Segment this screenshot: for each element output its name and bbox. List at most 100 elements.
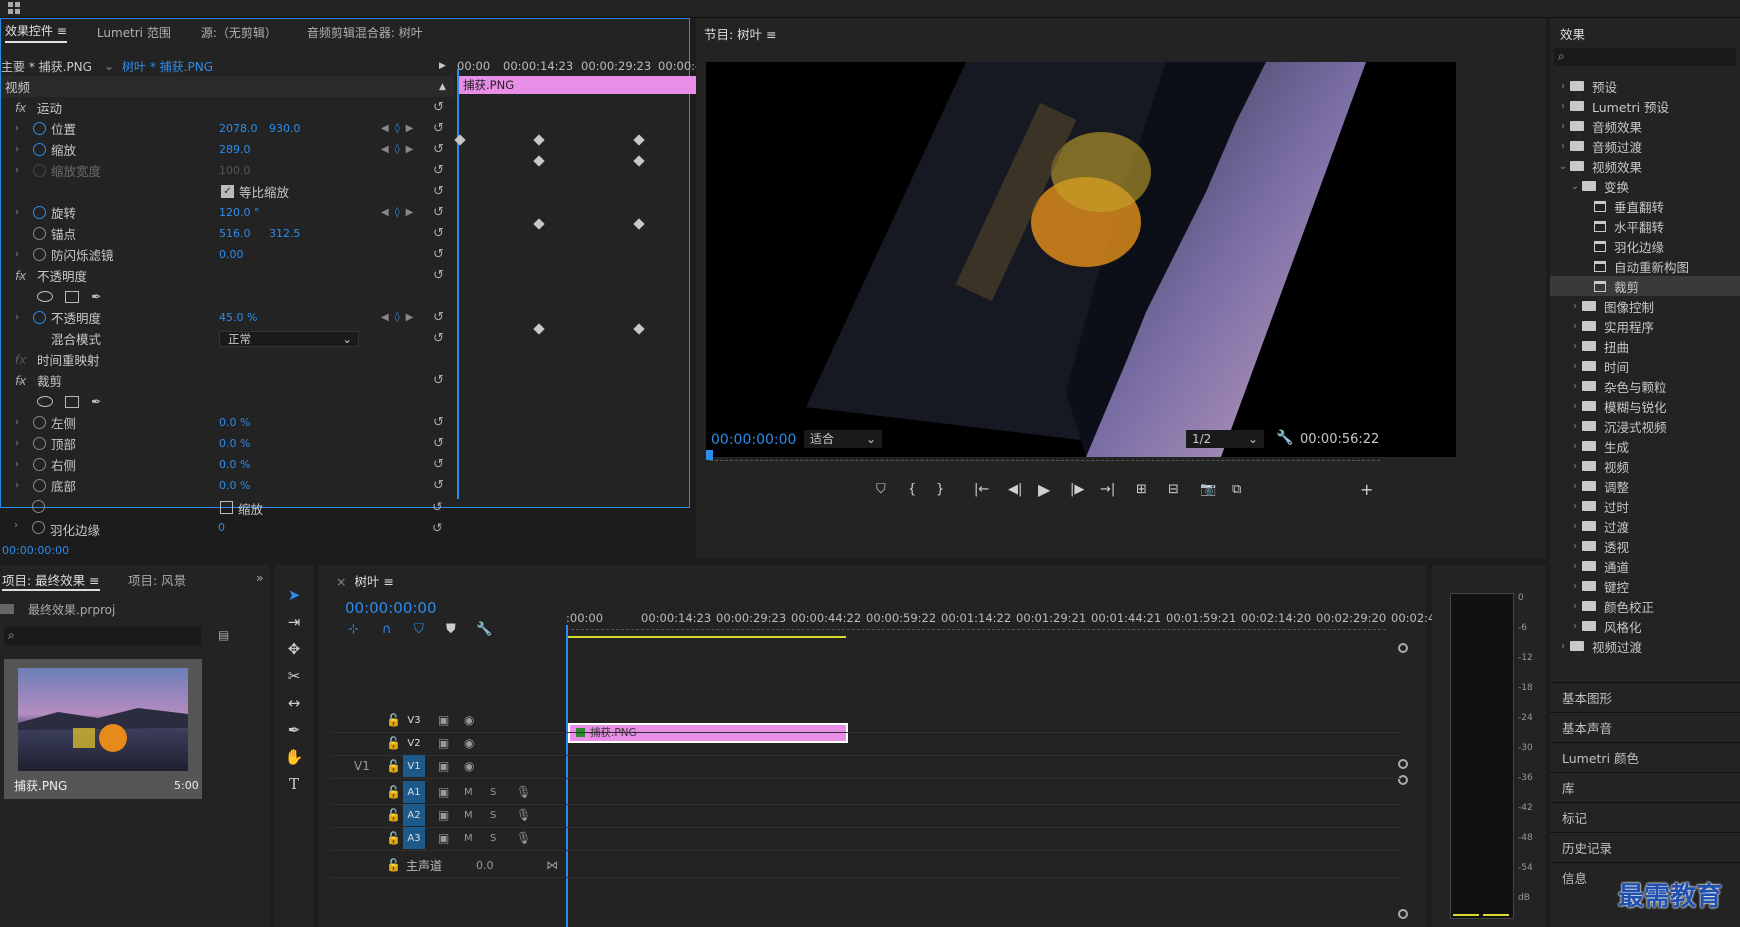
video-track-header[interactable]: V1 🔓 V1 ▣ ◉ (330, 754, 1400, 779)
type-tool-icon[interactable]: T (282, 772, 306, 796)
razor-tool-icon[interactable]: ✂ (282, 664, 306, 688)
scale-row[interactable]: › 缩放 289.0 ◀◊▶ ↺ (1, 139, 454, 160)
go-to-in-icon[interactable]: |← (974, 482, 989, 497)
tab-project-final[interactable]: 项目: 最终效果 ≡ (2, 570, 100, 591)
crop-bottom-row[interactable]: › 底部 0.0 % ↺ (1, 475, 454, 496)
lock-icon[interactable]: 🔓 (386, 713, 401, 727)
sync-lock-icon[interactable]: ▣ (438, 808, 449, 822)
effects-item[interactable]: › 颜色校正 (1550, 596, 1740, 616)
opacity-row[interactable]: › 不透明度 45.0 % ◀◊▶ ↺ (1, 307, 454, 328)
effects-item[interactable]: › 时间 (1550, 356, 1740, 376)
effects-item[interactable]: › 模糊与锐化 (1550, 396, 1740, 416)
collapse-icon[interactable]: ⋈ (546, 858, 558, 872)
effects-search-input[interactable]: ⌕ (1554, 48, 1736, 66)
clip-thumbnail-card[interactable]: 捕获.PNG 5:00 (4, 659, 202, 799)
ec-playhead[interactable] (457, 69, 459, 499)
position-y-value[interactable]: 930.0 (269, 122, 301, 135)
program-timecode[interactable]: 00:00:00:00 (711, 432, 796, 448)
feather-value[interactable]: 0 (218, 521, 225, 534)
timeline-timecode[interactable]: 00:00:00:00 (345, 599, 437, 617)
track-target[interactable]: A3 (403, 827, 425, 849)
lock-icon[interactable]: 🔓 (386, 785, 401, 799)
pen-mask-icon[interactable]: ✒ (91, 289, 101, 304)
reset-icon[interactable]: ↺ (432, 520, 442, 535)
tab-effect-controls[interactable]: 效果控件 ≡ (5, 22, 67, 43)
side-panel-tab[interactable]: 历史记录 (1550, 832, 1740, 862)
chevron-right-icon[interactable]: › (1556, 101, 1570, 112)
microphone-icon[interactable]: 🎙 (516, 831, 531, 845)
effects-item[interactable]: › 键控 (1550, 576, 1740, 596)
go-to-out-icon[interactable]: →| (1100, 482, 1115, 497)
pen-mask-icon[interactable]: ✒ (91, 394, 101, 409)
tab-lumetri-scopes[interactable]: Lumetri 范围 (97, 24, 171, 41)
sync-lock-icon[interactable]: ▣ (438, 759, 449, 773)
work-area-bar[interactable] (566, 636, 846, 638)
effects-item[interactable]: › 预设 (1550, 76, 1740, 96)
tab-project-landscape[interactable]: 项目: 风景 (128, 570, 186, 589)
effects-item[interactable]: 自动重新构图 (1550, 256, 1740, 276)
crop-top-row[interactable]: › 顶部 0.0 % ↺ (1, 433, 454, 454)
resolution-select[interactable]: 1/2 ⌄ (1186, 430, 1264, 448)
stopwatch-icon[interactable] (32, 521, 45, 534)
sync-lock-icon[interactable]: ▣ (438, 831, 449, 845)
uniform-scale-checkbox[interactable]: ✓ (221, 185, 234, 198)
effects-item[interactable]: 羽化边缘 (1550, 236, 1740, 256)
keyframe-diamond[interactable] (533, 134, 545, 146)
opacity-value[interactable]: 45.0 % (219, 311, 257, 324)
source-sequence[interactable]: 树叶 * 捕获.PNG (122, 58, 213, 75)
chevron-right-icon[interactable]: › (1568, 581, 1582, 592)
chevron-right-icon[interactable]: › (1568, 321, 1582, 332)
mark-out-icon[interactable]: } (936, 482, 944, 497)
video-viewport[interactable] (706, 62, 1456, 457)
solo-button[interactable]: S (490, 833, 496, 844)
rectangle-mask-icon[interactable] (65, 395, 79, 408)
timeline-tab[interactable]: × 树叶 ≡ (336, 571, 394, 590)
effects-item[interactable]: ⌄ 变换 (1550, 176, 1740, 196)
video-track-header[interactable]: 🔓 V3 ▣ ◉ (330, 708, 1400, 733)
chevron-right-icon[interactable]: › (1556, 121, 1570, 132)
chevron-right-icon[interactable]: › (1568, 541, 1582, 552)
home-icon[interactable] (8, 2, 20, 14)
track-target[interactable]: V1 (403, 755, 425, 777)
master-track-header[interactable]: 🔓 主声道 0.0 ⋈ (330, 853, 1400, 878)
ec-timecode[interactable]: 00:00:00:00 (2, 544, 69, 557)
chevron-right-icon[interactable]: › (1568, 461, 1582, 472)
keyframe-diamond[interactable] (533, 155, 545, 167)
effects-item[interactable]: › 过时 (1550, 496, 1740, 516)
position-row[interactable]: › 位置 2078.0 930.0 ◀◊▶ ↺ (1, 118, 454, 139)
feather-row[interactable]: › 羽化边缘 0 ↺ (0, 518, 453, 539)
selection-tool-icon[interactable]: ➤ (282, 583, 306, 607)
effects-item[interactable]: › 图像控制 (1550, 296, 1740, 316)
effects-item[interactable]: ⌄ 视频效果 (1550, 156, 1740, 176)
microphone-icon[interactable]: 🎙 (516, 785, 531, 799)
source-master[interactable]: 主要 * 捕获.PNG (1, 58, 92, 75)
extract-icon[interactable]: ⊟ (1168, 482, 1179, 497)
effects-item[interactable]: › 音频过渡 (1550, 136, 1740, 156)
lock-icon[interactable]: 🔓 (386, 736, 401, 750)
chevron-right-icon[interactable]: › (1568, 481, 1582, 492)
lock-icon[interactable]: 🔓 (386, 759, 401, 773)
sync-lock-icon[interactable]: ▣ (438, 713, 449, 727)
track-target[interactable]: A1 (403, 781, 425, 803)
track-target[interactable]: V2 (403, 732, 425, 754)
lock-icon[interactable]: 🔓 (386, 808, 401, 822)
effects-item[interactable]: › 过渡 (1550, 516, 1740, 536)
chevron-right-icon[interactable]: › (1568, 421, 1582, 432)
timeline-ruler[interactable]: :00:00 00:00:14:23 00:00:29:23 00:00:44:22 0… (566, 607, 1447, 629)
chevron-down-icon[interactable]: ⌄ (1568, 181, 1582, 192)
keyframe-diamond[interactable] (633, 155, 645, 167)
crop-right-row[interactable]: › 右侧 0.0 % ↺ (1, 454, 454, 475)
vscroll-handle[interactable] (1398, 909, 1408, 919)
chevron-right-icon[interactable]: › (1568, 561, 1582, 572)
chevron-right-icon[interactable]: › (1568, 381, 1582, 392)
uniform-scale-row[interactable]: ✓ 等比缩放 ↺ (1, 181, 454, 202)
blend-mode-row[interactable]: 混合模式 正常 ⌄ ↺ (1, 328, 454, 349)
chevron-right-icon[interactable]: › (1568, 361, 1582, 372)
pen-tool-icon[interactable]: ✒ (282, 718, 306, 742)
side-panel-tab[interactable]: 基本声音 (1550, 712, 1740, 742)
anchor-row[interactable]: 锚点 516.0 312.5 ↺ (1, 223, 454, 244)
side-panel-tab[interactable]: 标记 (1550, 802, 1740, 832)
chevron-right-icon[interactable]: › (1568, 301, 1582, 312)
master-volume[interactable]: 0.0 (476, 859, 494, 872)
position-x-value[interactable]: 2078.0 (219, 122, 258, 135)
